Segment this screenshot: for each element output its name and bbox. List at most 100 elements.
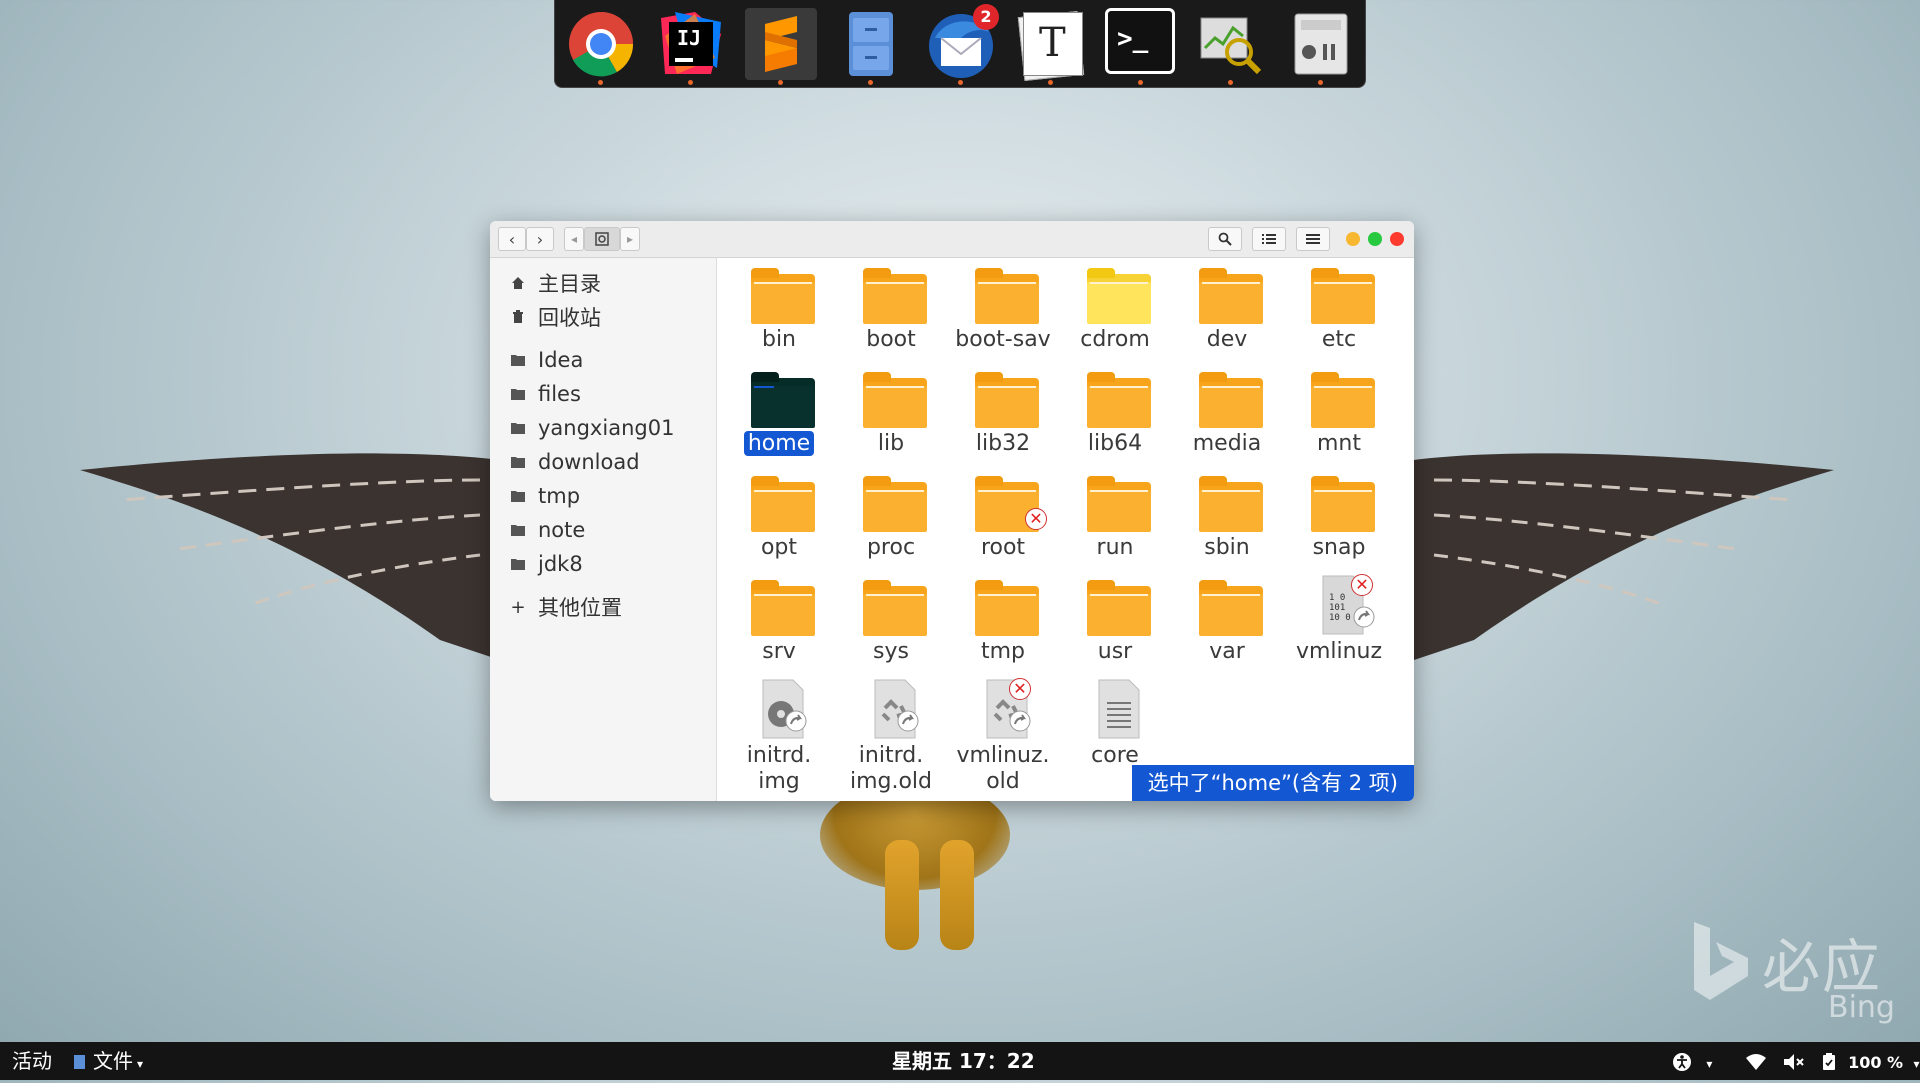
file-item-proc[interactable]: proc [835, 466, 947, 566]
file-item-initrd-img-old[interactable]: initrd. img.old [835, 674, 947, 801]
sidebar-item-home[interactable]: 主目录 [510, 268, 601, 298]
path-root-button[interactable] [584, 227, 620, 251]
typora-label: T [1039, 20, 1066, 66]
file-item-etc[interactable]: etc [1283, 258, 1395, 358]
minimize-button[interactable] [1346, 232, 1360, 246]
file-item-boot-sav[interactable]: boot-sav [947, 258, 1059, 358]
file-name: bin [761, 327, 797, 352]
file-name: opt [760, 535, 798, 560]
triangle-left-icon: ◂ [570, 232, 578, 246]
dock-system-monitor[interactable] [1195, 8, 1267, 85]
bird-claw-right [940, 840, 974, 950]
dock-intellij[interactable]: IJ [655, 8, 727, 85]
file-name: lib [877, 431, 905, 456]
file-item-home[interactable]: home [723, 362, 835, 462]
file-item-boot[interactable]: boot [835, 258, 947, 358]
file-item-bin[interactable]: bin [723, 258, 835, 358]
folder-icon [1311, 372, 1375, 428]
file-item-usr[interactable]: usr [1059, 570, 1171, 670]
file-name: boot-sav [955, 327, 1051, 352]
sidebar-item-files[interactable]: files [510, 379, 581, 409]
bottom-panel: 活动 文件 ▾ 星期五 17：22 ▾ 100 % ▾ [0, 1042, 1920, 1080]
file-item-tmp[interactable]: tmp [947, 570, 1059, 670]
forward-button[interactable]: › [526, 227, 554, 251]
folder-icon [1199, 580, 1263, 636]
folder-icon [510, 386, 526, 402]
folder-icon [1311, 476, 1375, 532]
file-item-var[interactable]: var [1171, 570, 1283, 670]
sidebar-item-trash[interactable]: 回收站 [510, 302, 601, 332]
file-manager-window: ‹ › ◂ ▸ 主目录 回收站 Idea files yangxiang01 d… [490, 221, 1414, 801]
activities-button[interactable]: 活动 [12, 1042, 52, 1080]
file-item-lib64[interactable]: lib64 [1059, 362, 1171, 462]
system-monitor-icon [1200, 17, 1262, 75]
sidebar-item-download[interactable]: download [510, 447, 640, 477]
file-name: usr [1097, 639, 1133, 664]
sidebar-item-label: 回收站 [538, 306, 601, 330]
file-name: vmlinuz. old [956, 743, 1050, 794]
sidebar-item-jdk8[interactable]: jdk8 [510, 549, 583, 579]
file-name: mnt [1317, 431, 1361, 456]
file-item-media[interactable]: media [1171, 362, 1283, 462]
system-menu[interactable]: 100 % ▾ [1745, 1042, 1919, 1083]
dock-chrome[interactable] [565, 8, 637, 85]
file-item-root[interactable]: ✕ root [947, 466, 1059, 566]
chevron-right-icon: › [536, 229, 544, 249]
maximize-button[interactable] [1368, 232, 1382, 246]
file-item-run[interactable]: run [1059, 466, 1171, 566]
folder-icon [1199, 268, 1263, 324]
menu-button[interactable] [1296, 227, 1330, 251]
search-button[interactable] [1208, 227, 1242, 251]
trash-icon [510, 309, 526, 325]
sidebar-item-idea[interactable]: Idea [510, 345, 583, 375]
back-button[interactable]: ‹ [498, 227, 526, 251]
sidebar-item-yangxiang01[interactable]: yangxiang01 [510, 413, 674, 443]
dock-thunderbird[interactable]: 2 [925, 4, 999, 85]
sidebar-item-note[interactable]: note [510, 515, 585, 545]
no-access-icon: ✕ [1025, 508, 1047, 530]
clock[interactable]: 星期五 17：22 [892, 1042, 1035, 1080]
close-button[interactable] [1390, 232, 1404, 246]
file-item-mnt[interactable]: mnt [1283, 362, 1395, 462]
file-name: sys [873, 639, 909, 664]
bing-logo-icon [1694, 922, 1748, 1000]
file-item-srv[interactable]: srv [723, 570, 835, 670]
caret-down-icon: ▾ [137, 1057, 144, 1071]
folder-icon [510, 522, 526, 538]
file-item-snap[interactable]: snap [1283, 466, 1395, 566]
battery-percent: 100 % [1848, 1053, 1904, 1072]
sidebar-item-other-locations[interactable]: + 其他位置 [510, 592, 622, 622]
caret-down-icon: ▾ [1913, 1057, 1920, 1071]
file-item-initrd-img[interactable]: initrd. img [723, 674, 835, 801]
folder-icon [863, 372, 927, 428]
dock-terminal[interactable]: >_ [1105, 8, 1177, 85]
file-item-cdrom[interactable]: cdrom [1059, 258, 1171, 358]
sidebar-item-label: download [538, 450, 640, 474]
file-item-sbin[interactable]: sbin [1171, 466, 1283, 566]
file-item-lib[interactable]: lib [835, 362, 947, 462]
path-scroll-right-button[interactable]: ▸ [620, 227, 640, 251]
folder-icon [975, 372, 1039, 428]
file-item-vmlinuz[interactable]: 1 0 101 10 0 ✕ vmlinuz [1283, 570, 1395, 670]
path-scroll-left-button[interactable]: ◂ [564, 227, 584, 251]
view-toggle-button[interactable] [1252, 227, 1286, 251]
app-menu-button[interactable]: 文件 ▾ [74, 1042, 143, 1083]
file-item-dev[interactable]: dev [1171, 258, 1283, 358]
file-item-opt[interactable]: opt [723, 466, 835, 566]
folder-icon [1311, 268, 1375, 324]
dock-typora[interactable]: T [1015, 8, 1087, 85]
list-view-icon [1262, 234, 1276, 244]
file-item-sys[interactable]: sys [835, 570, 947, 670]
symlink-arrow-icon [1009, 710, 1031, 732]
dock-files[interactable] [835, 8, 907, 85]
app-menu-label: 文件 [93, 1049, 133, 1073]
sidebar-item-tmp[interactable]: tmp [510, 481, 580, 511]
hamburger-menu-icon [1306, 234, 1320, 244]
file-item-vmlinuz-old[interactable]: ✕ vmlinuz. old [947, 674, 1059, 801]
symlink-arrow-icon [1353, 606, 1375, 628]
folder-icon [751, 476, 815, 532]
accessibility-menu[interactable]: ▾ [1672, 1042, 1712, 1083]
file-item-lib32[interactable]: lib32 [947, 362, 1059, 462]
dock-sublime[interactable] [745, 8, 817, 85]
dock-settings[interactable] [1285, 8, 1357, 85]
